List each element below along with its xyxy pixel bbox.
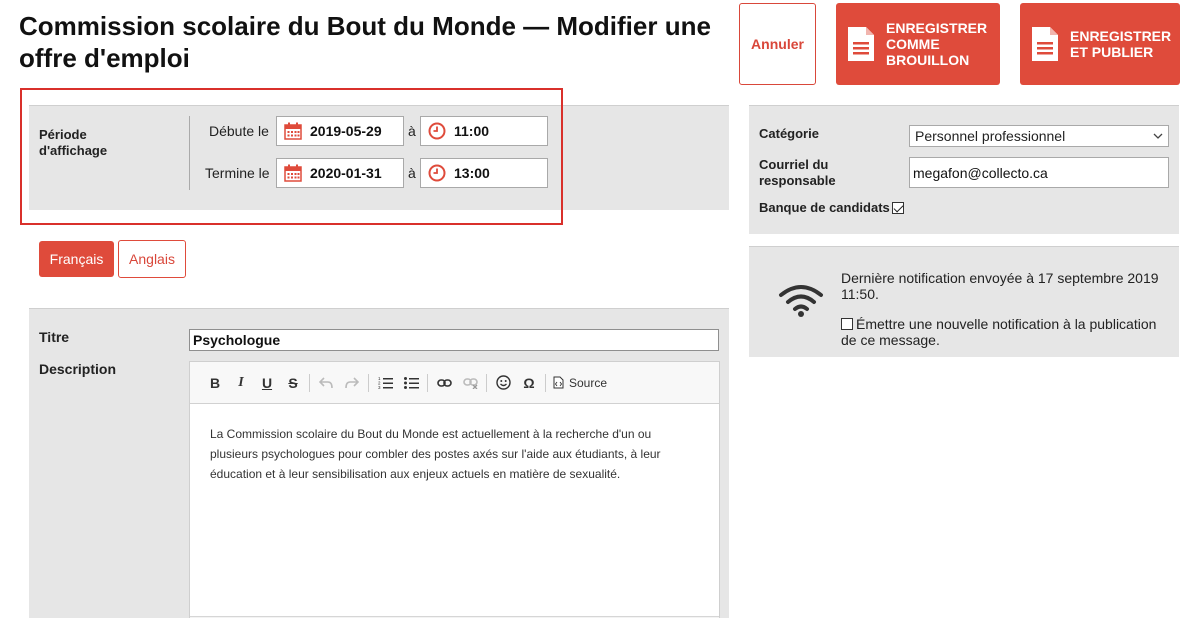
underline-button[interactable]: U xyxy=(254,370,280,396)
end-date-value: 2020-01-31 xyxy=(310,165,382,181)
start-time-value: 11:00 xyxy=(454,123,490,139)
source-icon xyxy=(553,376,564,389)
svg-text:3: 3 xyxy=(378,385,381,389)
display-period-label-line-2: d'affichage xyxy=(39,143,108,158)
bullet-list-icon[interactable] xyxy=(398,370,424,396)
source-button[interactable]: Source xyxy=(549,376,611,390)
manager-email-label: Courriel du responsable xyxy=(759,157,836,189)
category-label: Catégorie xyxy=(759,126,819,141)
manager-email-label-line-1: Courriel du xyxy=(759,157,829,172)
last-notification-text: Dernière notification envoyée à 17 septe… xyxy=(841,270,1159,302)
category-select[interactable]: Personnel professionnel xyxy=(909,125,1169,147)
description-label: Description xyxy=(39,361,117,377)
end-at-label: à xyxy=(408,165,416,181)
start-at-label: à xyxy=(408,123,416,139)
clock-icon xyxy=(428,122,446,140)
toolbar-separator xyxy=(486,373,487,392)
title-label: Titre xyxy=(39,329,70,345)
display-period-label-line-1: Période xyxy=(39,127,87,142)
clock-icon xyxy=(428,164,446,182)
tab-english[interactable]: Anglais xyxy=(118,240,186,278)
start-date-value: 2019-05-29 xyxy=(310,123,382,139)
end-date-label: Termine le xyxy=(205,165,270,181)
emoji-icon[interactable] xyxy=(490,370,516,396)
page-title: Commission scolaire du Bout du Monde — M… xyxy=(19,11,711,73)
new-notification-row: Émettre une nouvelle notification à la p… xyxy=(841,316,1171,348)
category-select-value: Personnel professionnel xyxy=(915,128,1066,144)
description-text[interactable]: La Commission scolaire du Bout du Monde … xyxy=(190,404,719,504)
toolbar-separator xyxy=(368,373,369,392)
editor-toolbar: B I U S 1 2 3 Ω Source xyxy=(190,362,719,404)
source-label: Source xyxy=(569,375,608,390)
calendar-icon xyxy=(284,164,302,182)
calendar-icon xyxy=(284,122,302,140)
start-time-field[interactable]: 11:00 xyxy=(420,116,548,146)
candidate-bank-row: Banque de candidats xyxy=(759,200,904,216)
display-period-label: Période d'affichage xyxy=(39,127,179,159)
unlink-icon[interactable] xyxy=(457,370,483,396)
save-draft-label-1: ENREGISTRER xyxy=(886,20,988,36)
tab-french[interactable]: Français xyxy=(39,241,114,277)
toolbar-separator xyxy=(427,373,428,392)
start-date-field[interactable]: 2019-05-29 xyxy=(276,116,404,146)
candidate-bank-label: Banque de candidats xyxy=(759,200,890,215)
period-divider xyxy=(189,116,190,190)
new-notification-checkbox[interactable] xyxy=(841,318,853,330)
start-date-label: Débute le xyxy=(209,123,269,139)
link-icon[interactable] xyxy=(431,370,457,396)
description-editor[interactable]: B I U S 1 2 3 Ω Source La Commission sco… xyxy=(189,361,720,618)
italic-button[interactable]: I xyxy=(228,370,254,396)
toolbar-separator xyxy=(309,373,310,392)
save-publish-button[interactable]: ENREGISTRER ET PUBLIER xyxy=(1020,3,1180,85)
special-char-icon[interactable]: Ω xyxy=(516,370,542,396)
end-date-field[interactable]: 2020-01-31 xyxy=(276,158,404,188)
numbered-list-icon[interactable]: 1 2 3 xyxy=(372,370,398,396)
end-time-value: 13:00 xyxy=(454,165,490,181)
document-icon xyxy=(848,27,874,61)
document-icon xyxy=(1032,27,1058,61)
strikethrough-button[interactable]: S xyxy=(280,370,306,396)
candidate-bank-checkbox[interactable] xyxy=(891,202,904,214)
undo-icon[interactable] xyxy=(313,370,339,396)
title-input[interactable]: Psychologue xyxy=(189,329,719,351)
wifi-icon xyxy=(779,285,823,317)
manager-email-input[interactable]: megafon@collecto.ca xyxy=(909,157,1169,188)
bold-button[interactable]: B xyxy=(202,370,228,396)
manager-email-label-line-2: responsable xyxy=(759,173,836,188)
save-draft-label-2: COMME xyxy=(886,36,940,52)
cancel-button[interactable]: Annuler xyxy=(739,3,816,85)
save-draft-button[interactable]: ENREGISTRER COMME BROUILLON xyxy=(836,3,1000,85)
new-notification-label: Émettre une nouvelle notification à la p… xyxy=(841,316,1157,348)
redo-icon[interactable] xyxy=(339,370,365,396)
save-publish-label-1: ENREGISTRER xyxy=(1070,28,1172,44)
chevron-down-icon xyxy=(1153,133,1163,139)
end-time-field[interactable]: 13:00 xyxy=(420,158,548,188)
save-draft-label-3: BROUILLON xyxy=(886,52,970,68)
save-publish-label-2: ET PUBLIER xyxy=(1070,44,1154,60)
toolbar-separator xyxy=(545,373,546,392)
